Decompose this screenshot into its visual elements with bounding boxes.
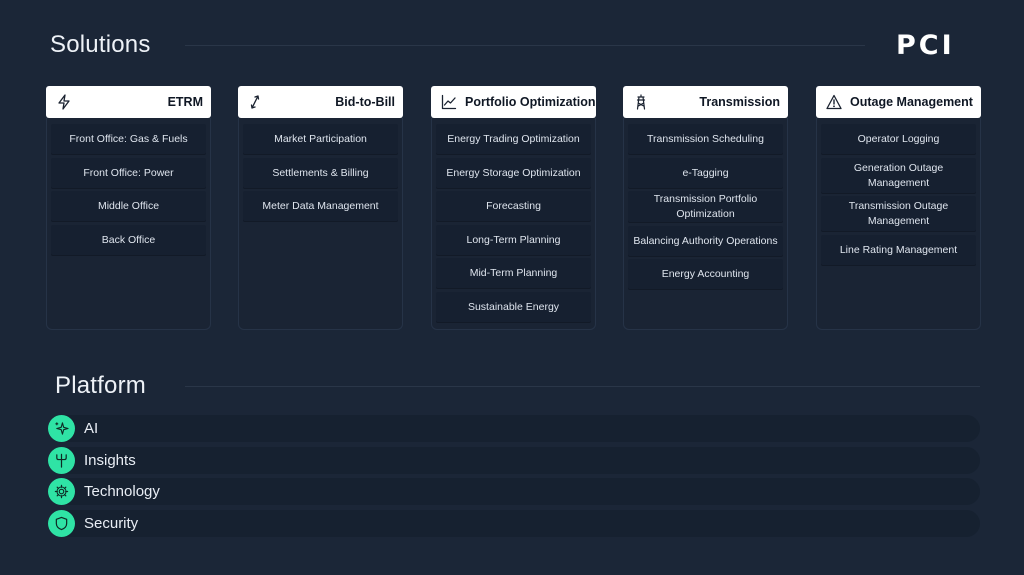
platform-item-security[interactable]: Security (48, 510, 980, 537)
solution-item-generation-outage-management[interactable]: Generation Outage Management (821, 157, 976, 194)
platform-label: Technology (84, 483, 160, 500)
solution-item-transmission-scheduling[interactable]: Transmission Scheduling (628, 124, 783, 155)
column-transmission: Transmission Transmission Scheduling e-T… (623, 86, 788, 330)
solution-item-balancing-authority-operations[interactable]: Balancing Authority Operations (628, 225, 783, 257)
sparkle-icon (48, 415, 75, 442)
platform-item-insights[interactable]: Insights (48, 447, 980, 474)
line-chart-icon (441, 94, 457, 110)
transmission-tower-icon (633, 94, 649, 110)
solutions-divider (185, 45, 865, 46)
solution-item-forecasting[interactable]: Forecasting (436, 191, 591, 222)
column-bid-to-bill: Bid-to-Bill Market Participation Settlem… (238, 86, 403, 330)
solution-item-front-office-power[interactable]: Front Office: Power (51, 157, 206, 189)
column-title: Portfolio Optimization (465, 95, 596, 109)
column-header-portfolio-optimization[interactable]: Portfolio Optimization (431, 86, 596, 118)
column-title: Bid-to-Bill (335, 95, 395, 109)
platform-label: Insights (84, 452, 136, 469)
solution-item-e-tagging[interactable]: e-Tagging (628, 157, 783, 189)
logo-text: PCI (896, 30, 955, 58)
solution-item-market-participation[interactable]: Market Participation (243, 124, 398, 155)
solution-item-operator-logging[interactable]: Operator Logging (821, 124, 976, 155)
column-portfolio-optimization: Portfolio Optimization Energy Trading Op… (431, 86, 596, 330)
solution-item-settlements-billing[interactable]: Settlements & Billing (243, 157, 398, 189)
warning-triangle-icon (826, 94, 842, 110)
platform-title: Platform (55, 372, 146, 399)
solution-item-front-office-gas-fuels[interactable]: Front Office: Gas & Fuels (51, 124, 206, 155)
exchange-arrows-icon (248, 94, 264, 110)
solution-item-line-rating-management[interactable]: Line Rating Management (821, 234, 976, 266)
shield-icon (48, 510, 75, 537)
column-title: Transmission (699, 95, 780, 109)
solutions-title: Solutions (50, 31, 151, 58)
solution-item-sustainable-energy[interactable]: Sustainable Energy (436, 291, 591, 323)
solution-item-back-office[interactable]: Back Office (51, 224, 206, 256)
solution-item-transmission-outage-management[interactable]: Transmission Outage Management (821, 196, 976, 232)
solution-item-mid-term-planning[interactable]: Mid-Term Planning (436, 258, 591, 289)
insights-icon (48, 447, 75, 474)
column-header-outage-management[interactable]: Outage Management (816, 86, 981, 118)
platform-divider (185, 386, 980, 387)
column-outage-management: Outage Management Operator Logging Gener… (816, 86, 981, 330)
pci-logo: PCI (896, 30, 955, 58)
column-title: ETRM (167, 95, 203, 109)
column-header-transmission[interactable]: Transmission (623, 86, 788, 118)
solution-item-long-term-planning[interactable]: Long-Term Planning (436, 224, 591, 256)
solution-item-middle-office[interactable]: Middle Office (51, 191, 206, 222)
column-header-etrm[interactable]: ETRM (46, 86, 211, 118)
column-title: Outage Management (850, 95, 973, 109)
column-header-bid-to-bill[interactable]: Bid-to-Bill (238, 86, 403, 118)
column-etrm: ETRM Front Office: Gas & Fuels Front Off… (46, 86, 211, 330)
gear-icon (48, 478, 75, 505)
platform-item-technology[interactable]: Technology (48, 478, 980, 505)
solution-item-energy-trading-optimization[interactable]: Energy Trading Optimization (436, 124, 591, 155)
platform-label: AI (84, 420, 99, 437)
lightning-icon (56, 94, 72, 110)
platform-label: Security (84, 515, 139, 532)
solution-item-energy-storage-optimization[interactable]: Energy Storage Optimization (436, 157, 591, 189)
solution-item-transmission-portfolio-optimization[interactable]: Transmission Portfolio Optimization (628, 191, 783, 223)
solution-item-meter-data-management[interactable]: Meter Data Management (243, 191, 398, 222)
solution-item-energy-accounting[interactable]: Energy Accounting (628, 259, 783, 290)
platform-item-ai[interactable]: AI (48, 415, 980, 442)
